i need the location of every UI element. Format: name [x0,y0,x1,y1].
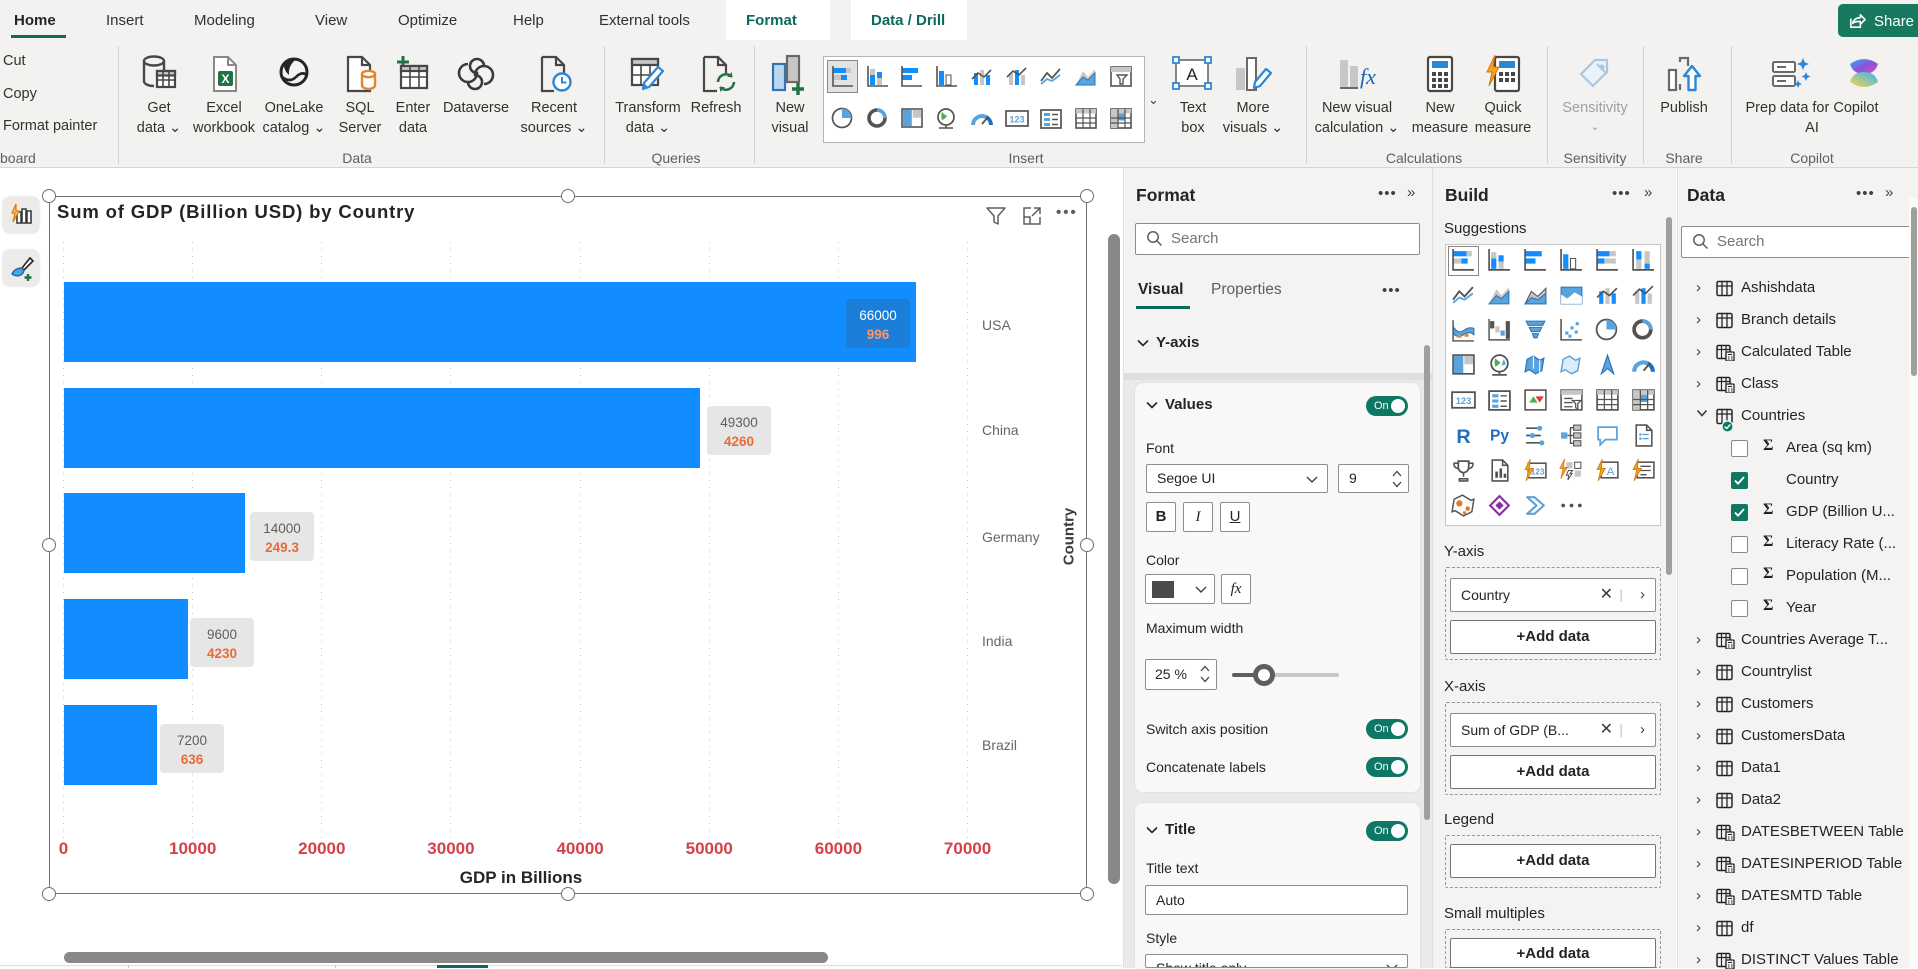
svg-text:Py: Py [1490,428,1509,445]
svg-text:R: R [1456,426,1470,448]
svg-text:123: 123 [1009,115,1024,125]
svg-text:A: A [1186,65,1198,84]
svg-text:fx: fx [1360,64,1376,89]
svg-text:X: X [221,72,229,86]
svg-text:123: 123 [1456,396,1472,406]
svg-text:A: A [1607,466,1615,478]
